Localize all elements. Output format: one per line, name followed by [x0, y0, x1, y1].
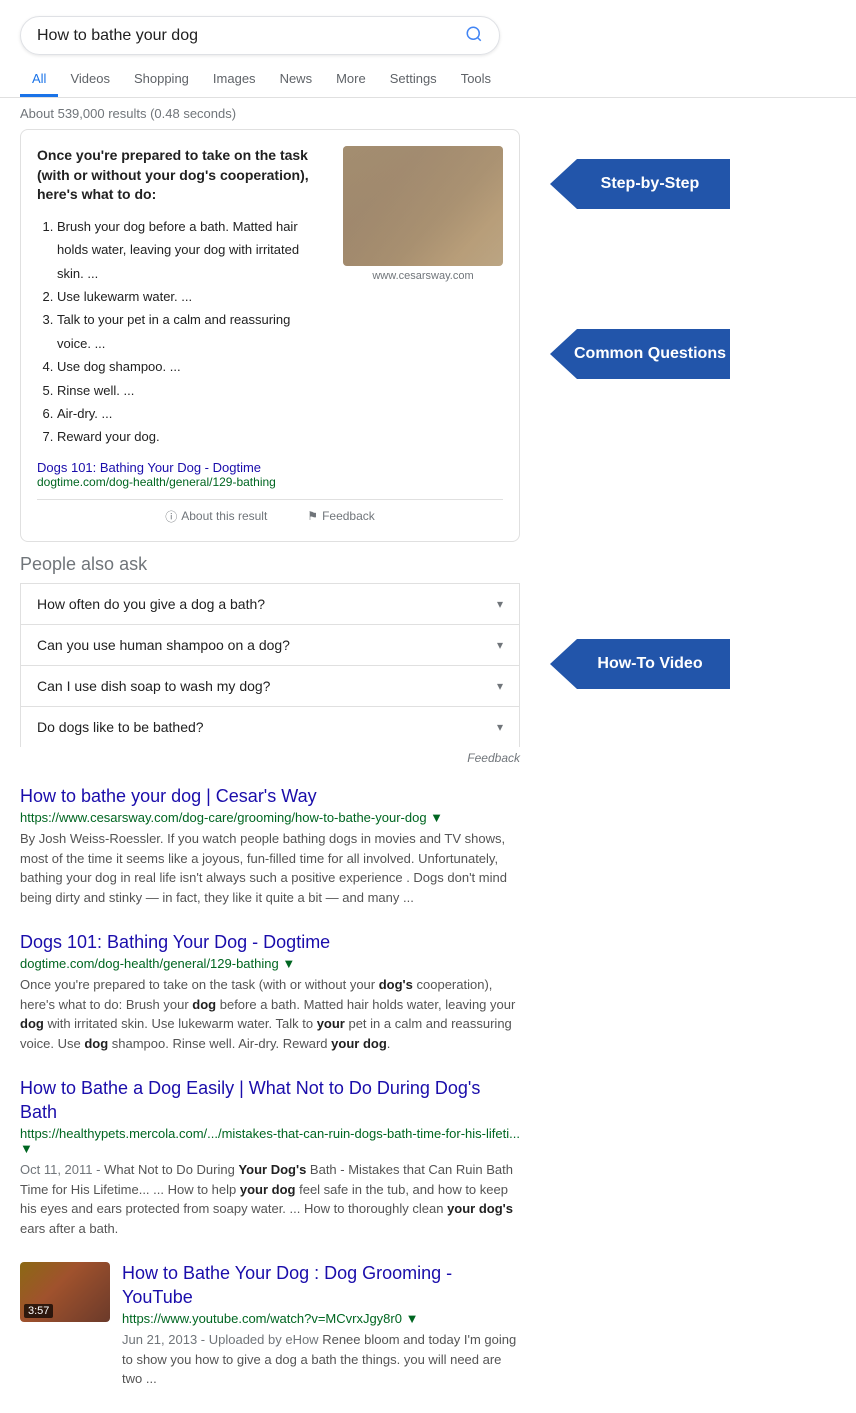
- tab-tools[interactable]: Tools: [449, 63, 503, 97]
- step-by-step-arrow: Step-by-Step: [550, 159, 836, 209]
- paa-item-4[interactable]: Do dogs like to be bathed? ▾: [20, 706, 520, 747]
- common-questions-arrow: Common Questions: [550, 329, 836, 379]
- video-url-row: https://www.youtube.com/watch?v=MCvrxJgy…: [122, 1311, 520, 1326]
- step-7: Reward your dog.: [57, 425, 327, 448]
- about-result-button[interactable]: ⓘ About this result: [165, 508, 267, 525]
- step-4: Use dog shampoo. ...: [57, 355, 327, 378]
- snippet-source: Dogs 101: Bathing Your Dog - Dogtime dog…: [37, 459, 503, 489]
- result-title-2: Dogs 101: Bathing Your Dog - Dogtime: [20, 931, 520, 954]
- search-result-3: How to Bathe a Dog Easily | What Not to …: [20, 1077, 520, 1238]
- paa-feedback[interactable]: Feedback: [20, 751, 520, 765]
- search-button[interactable]: [465, 25, 483, 46]
- step-by-step-label: Step-by-Step: [601, 175, 700, 193]
- result-url-row-2: dogtime.com/dog-health/general/129-bathi…: [20, 956, 520, 971]
- search-bar-area: [0, 0, 856, 55]
- step-5: Rinse well. ...: [57, 379, 327, 402]
- paa-item-2[interactable]: Can you use human shampoo on a dog? ▾: [20, 624, 520, 665]
- search-bar: [20, 16, 500, 55]
- main-layout: Once you're prepared to take on the task…: [0, 129, 856, 1413]
- feedback-button[interactable]: ⚑ Feedback: [307, 508, 374, 525]
- search-input[interactable]: [37, 27, 457, 45]
- tab-images[interactable]: Images: [201, 63, 268, 97]
- featured-snippet: Once you're prepared to take on the task…: [20, 129, 520, 542]
- right-column: Step-by-Step Common Questions How-To Vid…: [520, 129, 836, 1413]
- paa-question-3: Can I use dish soap to wash my dog?: [37, 678, 270, 694]
- step-2: Use lukewarm water. ...: [57, 285, 327, 308]
- results-count: About 539,000 results (0.48 seconds): [0, 98, 856, 129]
- result-url-3: https://healthypets.mercola.com/.../mist…: [20, 1126, 520, 1156]
- snippet-source-url: dogtime.com/dog-health/general/129-bathi…: [37, 475, 503, 489]
- paa-question-4: Do dogs like to be bathed?: [37, 719, 204, 735]
- chevron-down-icon-3: ▾: [497, 679, 503, 693]
- result-url-2: dogtime.com/dog-health/general/129-bathi…: [20, 956, 295, 971]
- result-title-1: How to bathe your dog | Cesar's Way: [20, 785, 520, 808]
- step-3: Talk to your pet in a calm and reassurin…: [57, 308, 327, 355]
- paa-title: People also ask: [20, 554, 520, 575]
- result-url-1: https://www.cesarsway.com/dog-care/groom…: [20, 810, 443, 825]
- paa-item-1[interactable]: How often do you give a dog a bath? ▾: [20, 583, 520, 624]
- snippet-content: Once you're prepared to take on the task…: [37, 146, 503, 449]
- search-result-2: Dogs 101: Bathing Your Dog - Dogtime dog…: [20, 931, 520, 1053]
- result-snippet-3: Oct 11, 2011 - What Not to Do During You…: [20, 1160, 520, 1238]
- snippet-footer: ⓘ About this result ⚑ Feedback: [37, 499, 503, 525]
- result-link-2[interactable]: Dogs 101: Bathing Your Dog - Dogtime: [20, 932, 330, 952]
- how-to-video-arrow-shape: How-To Video: [550, 639, 730, 689]
- snippet-title: Once you're prepared to take on the task…: [37, 146, 327, 205]
- common-questions-label: Common Questions: [574, 345, 726, 363]
- snippet-source-link[interactable]: Dogs 101: Bathing Your Dog - Dogtime: [37, 460, 261, 475]
- step-1: Brush your dog before a bath. Matted hai…: [57, 215, 327, 285]
- people-also-ask: People also ask How often do you give a …: [20, 554, 520, 765]
- left-column: Once you're prepared to take on the task…: [20, 129, 520, 1413]
- tab-settings[interactable]: Settings: [378, 63, 449, 97]
- video-link[interactable]: How to Bathe Your Dog : Dog Grooming - Y…: [122, 1263, 452, 1306]
- result-date-3: Oct 11, 2011 -: [20, 1162, 104, 1177]
- chevron-down-icon-4: ▾: [497, 720, 503, 734]
- video-info: How to Bathe Your Dog : Dog Grooming - Y…: [122, 1262, 520, 1388]
- video-thumbnail: 3:57: [20, 1262, 110, 1322]
- paa-item-3[interactable]: Can I use dish soap to wash my dog? ▾: [20, 665, 520, 706]
- flag-icon: ⚑: [307, 509, 318, 523]
- result-link-1[interactable]: How to bathe your dog | Cesar's Way: [20, 786, 317, 806]
- video-result: 3:57 How to Bathe Your Dog : Dog Groomin…: [20, 1262, 520, 1388]
- video-snippet: Jun 21, 2013 - Uploaded by eHow Renee bl…: [122, 1330, 520, 1389]
- tab-videos[interactable]: Videos: [58, 63, 122, 97]
- paa-question-1: How often do you give a dog a bath?: [37, 596, 265, 612]
- tab-more[interactable]: More: [324, 63, 378, 97]
- result-link-3[interactable]: How to Bathe a Dog Easily | What Not to …: [20, 1078, 480, 1121]
- result-url-row-3: https://healthypets.mercola.com/.../mist…: [20, 1126, 520, 1156]
- how-to-video-label: How-To Video: [597, 655, 702, 673]
- tab-shopping[interactable]: Shopping: [122, 63, 201, 97]
- step-6: Air-dry. ...: [57, 402, 327, 425]
- step-by-step-arrow-shape: Step-by-Step: [550, 159, 730, 209]
- feedback-label: Feedback: [322, 509, 375, 523]
- search-result-1: How to bathe your dog | Cesar's Way http…: [20, 785, 520, 907]
- result-title-3: How to Bathe a Dog Easily | What Not to …: [20, 1077, 520, 1124]
- result-url-row-1: https://www.cesarsway.com/dog-care/groom…: [20, 810, 520, 825]
- snippet-image: www.cesarsway.com: [343, 146, 503, 449]
- snippet-text: Once you're prepared to take on the task…: [37, 146, 327, 449]
- result-snippet-1: By Josh Weiss-Roessler. If you watch peo…: [20, 829, 520, 907]
- tab-all[interactable]: All: [20, 63, 58, 97]
- snippet-image-box: [343, 146, 503, 266]
- info-icon: ⓘ: [165, 508, 177, 525]
- chevron-down-icon-1: ▾: [497, 597, 503, 611]
- paa-question-2: Can you use human shampoo on a dog?: [37, 637, 290, 653]
- video-date: Jun 21, 2013 - Uploaded by eHow: [122, 1332, 319, 1347]
- tab-news[interactable]: News: [268, 63, 325, 97]
- common-questions-arrow-shape: Common Questions: [550, 329, 730, 379]
- result-snippet-2: Once you're prepared to take on the task…: [20, 975, 520, 1053]
- nav-tabs: All Videos Shopping Images News More Set…: [0, 55, 856, 98]
- snippet-steps: Brush your dog before a bath. Matted hai…: [57, 215, 327, 449]
- snippet-image-caption: www.cesarsway.com: [343, 270, 503, 282]
- chevron-down-icon-2: ▾: [497, 638, 503, 652]
- about-result-label: About this result: [181, 509, 267, 523]
- video-duration: 3:57: [24, 1304, 53, 1318]
- how-to-video-arrow: How-To Video: [550, 639, 836, 689]
- video-title: How to Bathe Your Dog : Dog Grooming - Y…: [122, 1262, 520, 1309]
- video-url: https://www.youtube.com/watch?v=MCvrxJgy…: [122, 1311, 418, 1326]
